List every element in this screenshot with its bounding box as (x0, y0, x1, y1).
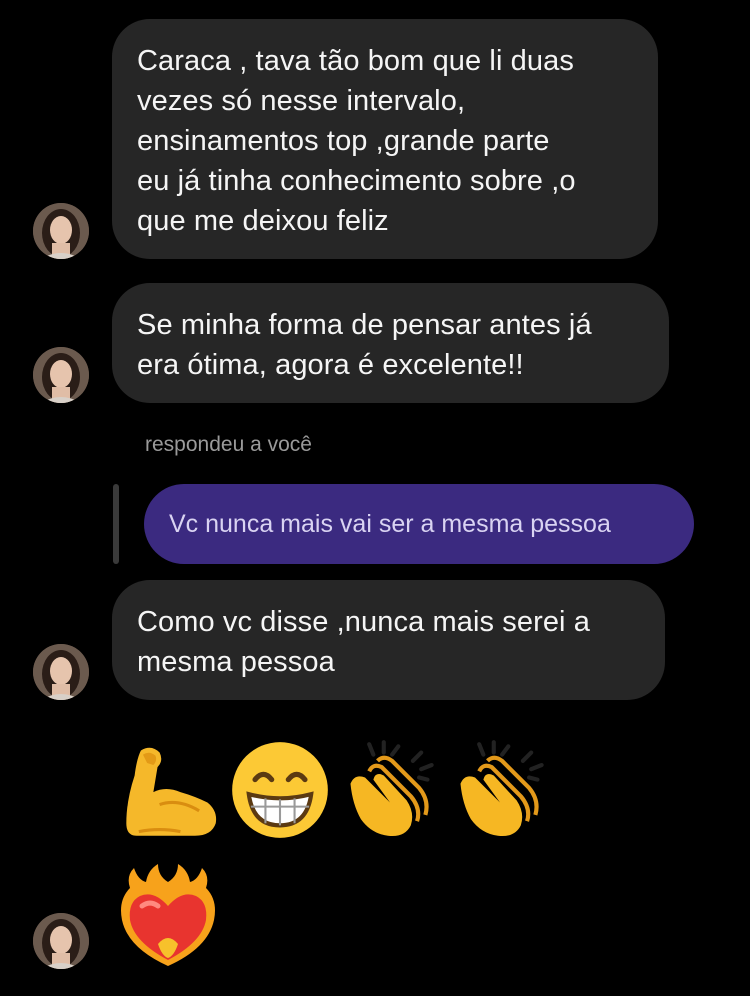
avatar[interactable] (33, 347, 89, 403)
message-line: Se minha forma de pensar antes já (137, 309, 592, 341)
emoji-message[interactable] (118, 735, 552, 845)
avatar[interactable] (33, 203, 89, 259)
reply-label: respondeu a você (145, 433, 312, 456)
clapping-hands-icon (350, 740, 434, 837)
avatar-photo-icon (33, 347, 89, 403)
avatar-photo-icon (33, 644, 89, 700)
avatar-photo-icon (33, 203, 89, 259)
avatar[interactable] (33, 644, 89, 700)
message-bubble[interactable]: Se minha forma de pensar antes já era ót… (112, 283, 669, 403)
message-line: era ótima, agora é excelente!! (137, 349, 524, 381)
message-line: mesma pessoa (137, 646, 335, 678)
clapping-hands-icon (460, 740, 544, 837)
message-line: que me deixou feliz (137, 205, 389, 237)
message-line: vezes só nesse intervalo, (137, 85, 466, 117)
heart-on-fire-icon[interactable] (118, 862, 218, 970)
avatar[interactable] (33, 913, 89, 969)
message-bubble[interactable]: Caraca , tava tão bom que li duas vezes … (112, 19, 658, 259)
reply-indicator-bar (113, 484, 119, 564)
flexed-biceps-icon (126, 747, 217, 836)
message-line: eu já tinha conhecimento sobre ,o (137, 165, 576, 197)
message-line: Como vc disse ,nunca mais serei a (137, 606, 590, 638)
message-line: ensinamentos top ,grande parte (137, 125, 550, 157)
message-bubble[interactable]: Como vc disse ,nunca mais serei a mesma … (112, 580, 665, 700)
quoted-message[interactable]: Vc nunca mais vai ser a mesma pessoa (144, 484, 694, 564)
grinning-face-icon (232, 742, 328, 838)
avatar-photo-icon (33, 913, 89, 969)
message-line: Caraca , tava tão bom que li duas (137, 45, 574, 77)
